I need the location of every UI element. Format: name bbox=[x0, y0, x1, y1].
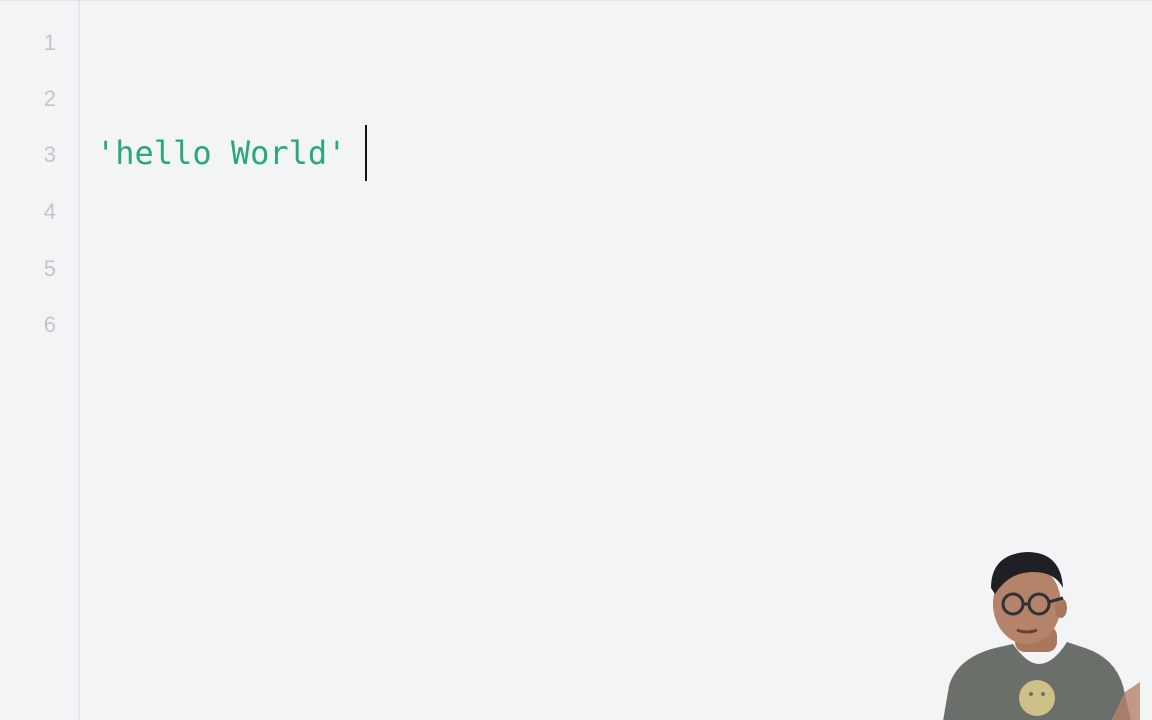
line-number-gutter: 1 2 3 4 5 6 bbox=[0, 1, 80, 720]
code-editor[interactable]: 1 2 3 4 5 6 'hello World' bbox=[0, 0, 1152, 720]
line-number: 6 bbox=[43, 312, 56, 337]
line-number: 1 bbox=[43, 30, 56, 55]
line-number: 5 bbox=[43, 256, 56, 281]
line-number: 3 bbox=[43, 142, 56, 167]
code-line-string[interactable]: 'hello World' bbox=[96, 125, 346, 181]
line-number: 2 bbox=[43, 86, 56, 111]
text-caret bbox=[365, 125, 367, 181]
presenter-webcam-icon bbox=[943, 552, 1140, 720]
line-number: 4 bbox=[43, 199, 56, 224]
